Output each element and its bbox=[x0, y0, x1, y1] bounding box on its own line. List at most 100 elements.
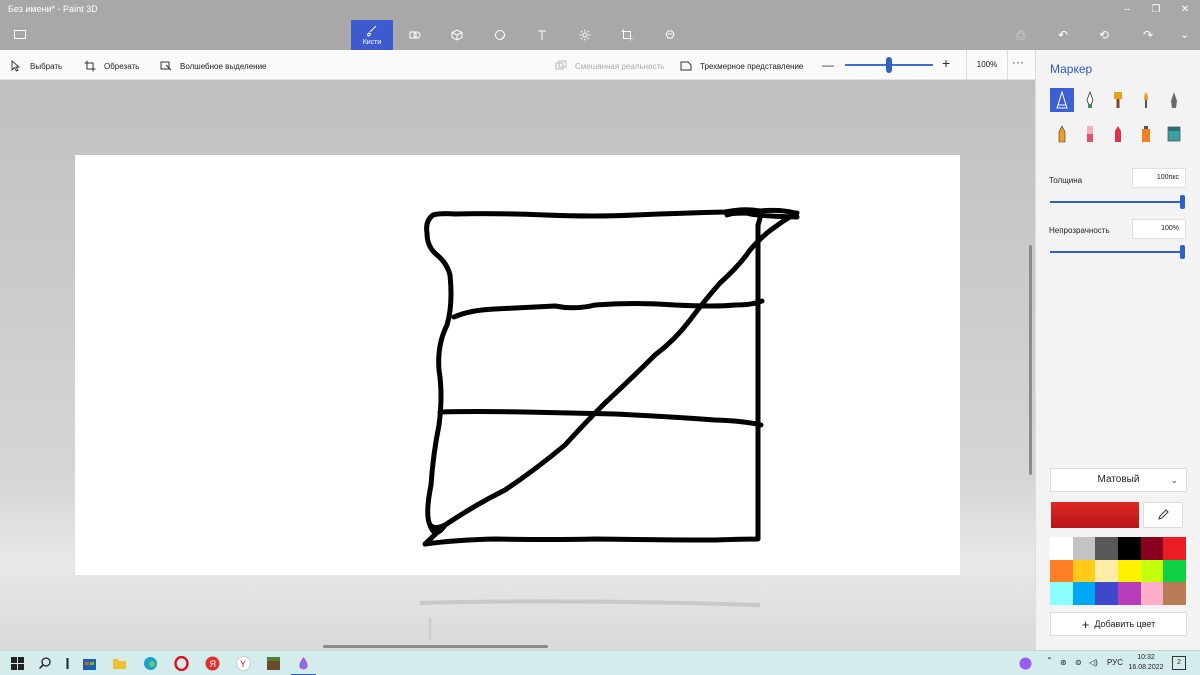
svg-text:Я: Я bbox=[210, 659, 217, 669]
volume-icon[interactable]: ◁) bbox=[1089, 658, 1098, 667]
alice-icon[interactable] bbox=[1018, 656, 1033, 671]
crayon-button[interactable] bbox=[1106, 122, 1130, 146]
undo-icon[interactable]: ↶ bbox=[1058, 28, 1068, 42]
tab-canvas[interactable] bbox=[606, 20, 648, 50]
brush-icon bbox=[367, 25, 377, 37]
fill-button[interactable] bbox=[1162, 122, 1186, 146]
vertical-scrollbar[interactable] bbox=[1029, 245, 1032, 475]
select-label: Выбрать bbox=[30, 61, 63, 71]
color-swatch[interactable] bbox=[1050, 582, 1073, 605]
drawing-strokes bbox=[422, 207, 800, 547]
color-swatch[interactable] bbox=[1050, 559, 1073, 582]
color-swatch[interactable] bbox=[1095, 582, 1118, 605]
current-color-swatch[interactable] bbox=[1051, 502, 1139, 528]
spray-can-button[interactable] bbox=[1134, 122, 1158, 146]
more-options-button[interactable]: ··· bbox=[1012, 55, 1024, 69]
opacity-slider-thumb[interactable] bbox=[1180, 245, 1185, 259]
tab-effects[interactable] bbox=[564, 20, 606, 50]
opera-icon[interactable] bbox=[174, 656, 189, 671]
magic-select-button[interactable]: Волшебное выделение bbox=[160, 59, 266, 73]
effects-icon bbox=[579, 29, 591, 41]
plus-icon: + bbox=[1081, 616, 1090, 632]
menu-icon[interactable] bbox=[14, 30, 26, 39]
show-hidden-icons-icon[interactable]: ⌃ bbox=[1046, 656, 1053, 665]
search-icon[interactable] bbox=[38, 656, 53, 671]
store-icon[interactable] bbox=[82, 656, 97, 671]
view-3d-button[interactable]: Трехмерное представление bbox=[680, 59, 803, 73]
redo-icon[interactable]: ↷ bbox=[1143, 28, 1153, 42]
color-swatch[interactable] bbox=[1117, 582, 1141, 605]
notifications-icon[interactable]: 2 bbox=[1172, 656, 1186, 670]
marker-brush-button[interactable] bbox=[1050, 88, 1074, 112]
tab-3d-library[interactable] bbox=[649, 20, 691, 50]
color-swatch[interactable] bbox=[1072, 582, 1096, 605]
clock[interactable]: 10:32 16.08.2022 bbox=[1128, 653, 1164, 673]
watercolor-button[interactable] bbox=[1134, 88, 1158, 112]
color-swatch[interactable] bbox=[1072, 559, 1096, 582]
minimize-button[interactable]: – bbox=[1112, 2, 1142, 18]
mixed-reality-icon bbox=[555, 60, 567, 70]
color-swatch[interactable] bbox=[1163, 559, 1186, 582]
chevron-down-icon[interactable]: ⌄ bbox=[1180, 28, 1189, 41]
color-swatch[interactable] bbox=[1117, 537, 1141, 560]
color-swatch[interactable] bbox=[1072, 537, 1096, 560]
tab-text[interactable] bbox=[521, 20, 563, 50]
yandex-browser-icon[interactable]: Y bbox=[236, 656, 251, 671]
fill-bucket-icon bbox=[1167, 126, 1181, 142]
color-swatch[interactable] bbox=[1095, 537, 1118, 560]
finish-dropdown[interactable]: Матовый ⌄ bbox=[1050, 468, 1187, 492]
text-icon bbox=[538, 30, 546, 40]
mixed-reality-button[interactable]: Смешанная реальность bbox=[555, 59, 664, 73]
close-button[interactable]: ✕ bbox=[1170, 2, 1200, 18]
onedrive-icon[interactable]: ⊜ bbox=[1075, 658, 1082, 667]
calligraphy-pen-button[interactable] bbox=[1078, 88, 1102, 112]
paint-3d-icon[interactable] bbox=[296, 656, 311, 671]
network-icon[interactable]: ⊛ bbox=[1060, 658, 1067, 667]
zoom-out-button[interactable]: — bbox=[822, 58, 834, 72]
color-swatch[interactable] bbox=[1050, 537, 1073, 560]
color-swatch[interactable] bbox=[1140, 537, 1164, 560]
maximize-button[interactable]: ❐ bbox=[1141, 2, 1171, 18]
oil-brush-button[interactable] bbox=[1106, 88, 1130, 112]
color-swatch[interactable] bbox=[1095, 559, 1118, 582]
file-explorer-icon[interactable] bbox=[112, 656, 127, 671]
thickness-input[interactable]: 100пкс bbox=[1132, 168, 1186, 188]
eraser-button[interactable] bbox=[1078, 122, 1102, 146]
pencil-button[interactable] bbox=[1050, 122, 1074, 146]
opacity-input[interactable]: 100% bbox=[1132, 219, 1186, 239]
color-swatch[interactable] bbox=[1163, 537, 1186, 560]
crop-button[interactable]: Обрезать bbox=[84, 59, 139, 73]
zoom-value[interactable]: 100% bbox=[966, 50, 1008, 80]
windows-start-icon[interactable] bbox=[10, 656, 25, 671]
tab-stickers[interactable] bbox=[479, 20, 521, 50]
eyedropper-button[interactable] bbox=[1143, 502, 1183, 528]
select-button[interactable]: Выбрать bbox=[10, 59, 62, 73]
horizontal-scrollbar[interactable] bbox=[323, 645, 548, 648]
pixel-pen-button[interactable] bbox=[1162, 88, 1186, 112]
color-swatch[interactable] bbox=[1140, 559, 1164, 582]
opacity-slider[interactable] bbox=[1050, 251, 1184, 253]
tab-brushes[interactable]: Кисти bbox=[351, 20, 393, 50]
zoom-in-button[interactable]: + bbox=[942, 55, 950, 71]
zoom-slider-thumb[interactable] bbox=[886, 57, 892, 73]
edge-icon[interactable] bbox=[143, 656, 158, 671]
eyedropper-icon bbox=[1158, 509, 1169, 520]
tab-3d-shapes[interactable] bbox=[436, 20, 478, 50]
add-color-button[interactable]: + Добавить цвет bbox=[1050, 612, 1187, 636]
yandex-icon[interactable]: Я bbox=[205, 656, 220, 671]
crop-icon bbox=[84, 60, 96, 72]
cortana-icon[interactable] bbox=[60, 656, 75, 671]
thickness-slider-thumb[interactable] bbox=[1180, 195, 1185, 209]
minecraft-icon[interactable] bbox=[266, 656, 281, 671]
thickness-slider[interactable] bbox=[1050, 201, 1184, 203]
svg-text:Y: Y bbox=[240, 659, 246, 669]
color-swatch[interactable] bbox=[1163, 582, 1186, 605]
language-indicator[interactable]: РУС bbox=[1107, 658, 1123, 667]
color-swatch[interactable] bbox=[1140, 582, 1164, 605]
tab-2d-shapes[interactable] bbox=[394, 20, 436, 50]
drawing-canvas[interactable] bbox=[75, 155, 960, 575]
finish-value: Матовый bbox=[1097, 474, 1140, 485]
magic-select-label: Волшебное выделение bbox=[180, 61, 267, 71]
color-swatch[interactable] bbox=[1117, 559, 1141, 582]
history-icon[interactable]: ⟲ bbox=[1099, 28, 1109, 42]
